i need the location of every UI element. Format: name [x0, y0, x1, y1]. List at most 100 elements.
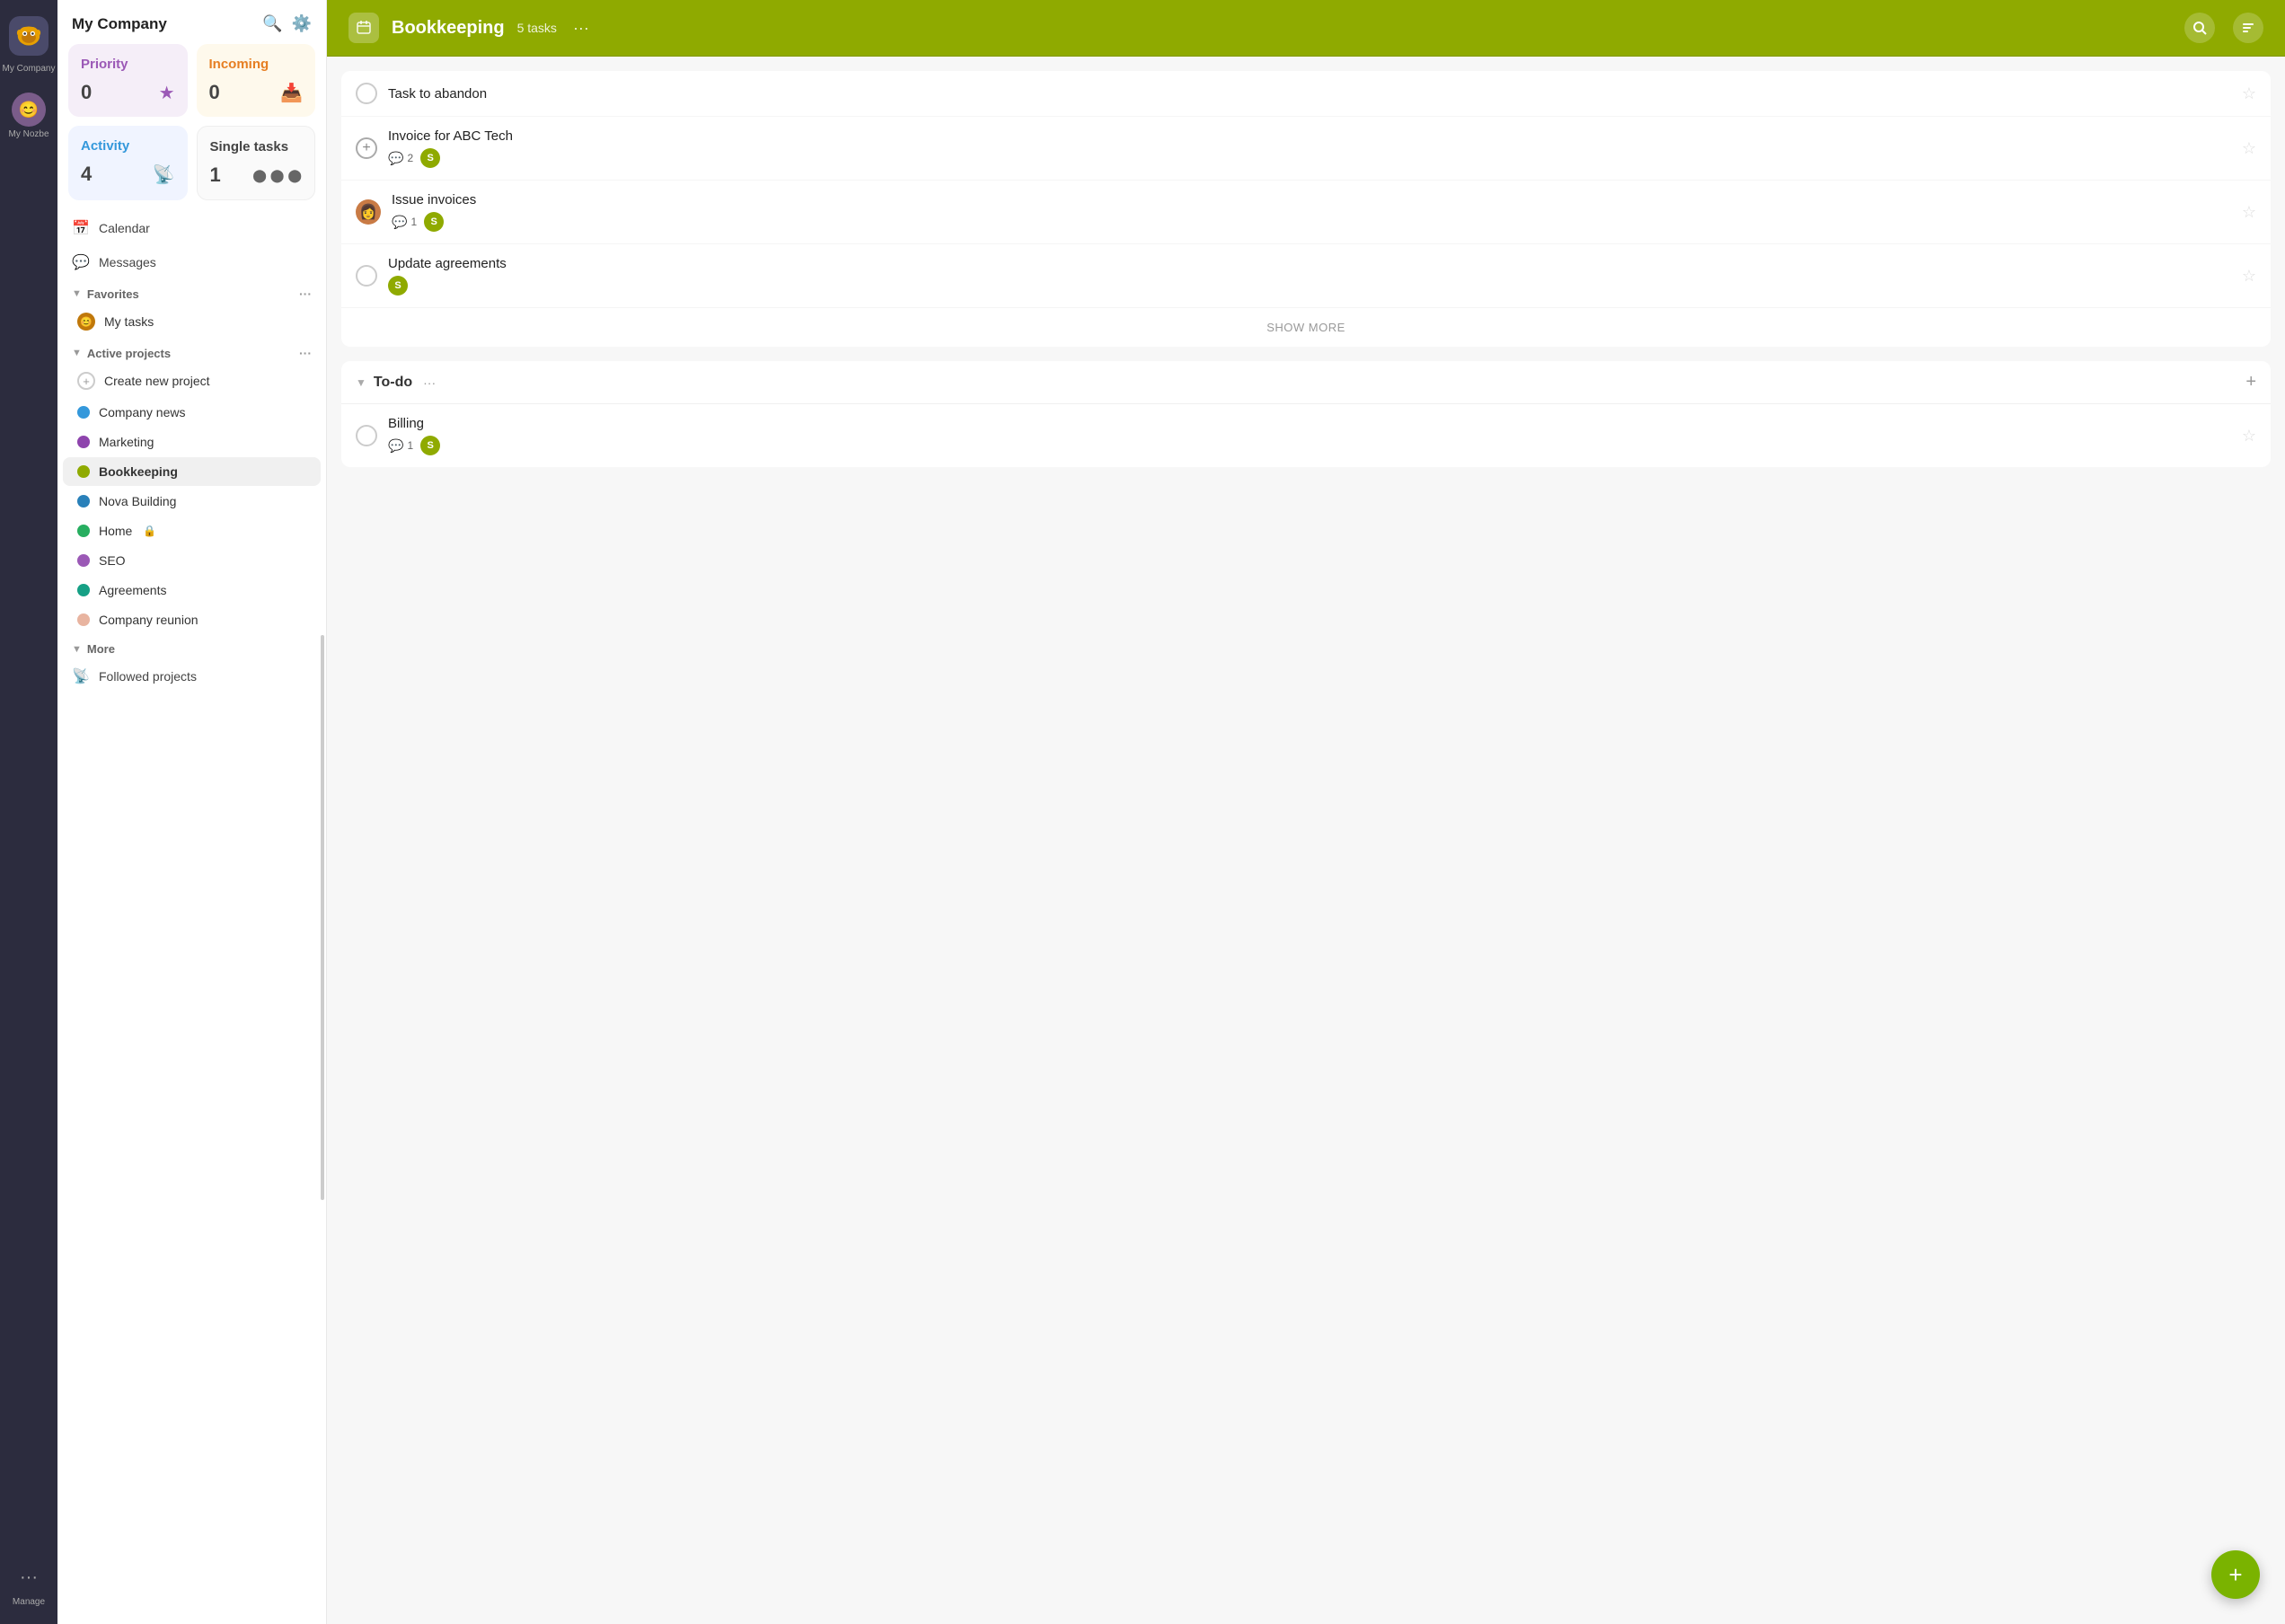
sidebar-item-company-news[interactable]: Company news — [63, 398, 321, 427]
task-row[interactable]: Task to abandon ☆ — [341, 71, 2271, 117]
company-news-dot — [77, 406, 90, 419]
favorites-chevron-icon[interactable]: ▼ — [72, 288, 82, 299]
sidebar-item-followed-projects[interactable]: 📡 Followed projects — [57, 659, 326, 693]
calendar-label: Calendar — [99, 221, 150, 235]
sidebar: My Company 🔍 ⚙️ Priority 0 ★ Incoming 0 … — [57, 0, 327, 1624]
manage-icon[interactable]: ··· — [12, 1560, 46, 1594]
sidebar-header-icons: 🔍 ⚙️ — [262, 14, 312, 33]
task-star-button[interactable]: ☆ — [2242, 139, 2256, 158]
app-company-label: My Company — [3, 64, 56, 75]
more-chevron-icon[interactable]: ▼ — [72, 644, 82, 655]
task-row[interactable]: Billing 💬 1 S ☆ — [341, 404, 2271, 467]
task-checkbox[interactable] — [356, 83, 377, 104]
task-row[interactable]: Update agreements S ☆ — [341, 244, 2271, 308]
todo-more-button[interactable]: ··· — [423, 375, 436, 390]
active-projects-chevron-icon[interactable]: ▼ — [72, 348, 82, 358]
sidebar-item-home[interactable]: Home 🔒 — [63, 516, 321, 545]
task-title: Invoice for ABC Tech — [388, 128, 2231, 144]
task-info: Invoice for ABC Tech 💬 2 S — [388, 128, 2231, 168]
task-s-badge: S — [424, 212, 444, 232]
more-section-header: ▼ More — [57, 635, 326, 659]
incoming-card-count: 0 — [209, 81, 220, 104]
incoming-card-title: Incoming — [209, 57, 304, 72]
nova-building-label: Nova Building — [99, 494, 176, 508]
todo-chevron-icon[interactable]: ▼ — [356, 376, 366, 389]
comment-bubble-icon: 💬 — [388, 151, 403, 166]
task-star-button[interactable]: ☆ — [2242, 203, 2256, 222]
my-nozbe-item[interactable]: 😊 My Nozbe — [0, 87, 57, 146]
todo-add-button[interactable]: + — [2245, 372, 2256, 393]
task-comment-badge: 💬 1 — [392, 215, 417, 230]
sidebar-item-calendar[interactable]: 📅 Calendar — [57, 211, 326, 245]
task-star-button[interactable]: ☆ — [2242, 84, 2256, 103]
sidebar-scrollbar[interactable] — [321, 635, 324, 1200]
seo-dot — [77, 554, 90, 567]
task-meta: 💬 1 S — [392, 212, 2231, 232]
task-row[interactable]: + Invoice for ABC Tech 💬 2 S ☆ — [341, 117, 2271, 181]
settings-icon[interactable]: ⚙️ — [292, 14, 312, 33]
priority-card-count: 0 — [81, 81, 92, 104]
comment-bubble-icon: 💬 — [388, 438, 403, 454]
sidebar-item-bookkeeping[interactable]: Bookkeeping — [63, 457, 321, 486]
task-star-button[interactable]: ☆ — [2242, 267, 2256, 286]
home-label: Home — [99, 524, 132, 538]
todo-section-title: To-do — [374, 375, 412, 391]
favorites-more-button[interactable]: ··· — [299, 287, 312, 301]
sidebar-item-my-tasks[interactable]: 😊 My tasks — [63, 305, 321, 338]
search-icon[interactable]: 🔍 — [262, 14, 282, 33]
incoming-inbox-icon: 📥 — [280, 82, 303, 104]
my-nozbe-label: My Nozbe — [8, 129, 49, 140]
task-s-badge: S — [388, 276, 408, 296]
followed-projects-icon: 📡 — [72, 667, 90, 685]
task-area: Task to abandon ☆ + Invoice for ABC Tech… — [327, 57, 2285, 1624]
show-more-button[interactable]: SHOW MORE — [341, 308, 2271, 347]
main-view-options-button[interactable] — [2233, 13, 2263, 43]
incoming-card[interactable]: Incoming 0 📥 — [197, 44, 316, 117]
task-checkbox[interactable] — [356, 265, 377, 287]
app-logo[interactable] — [9, 16, 49, 56]
my-nozbe-avatar[interactable]: 😊 — [12, 93, 46, 127]
task-s-badge: S — [420, 436, 440, 455]
manage-item[interactable]: ··· Manage — [0, 1555, 57, 1613]
sidebar-item-marketing[interactable]: Marketing — [63, 428, 321, 456]
seo-label: SEO — [99, 553, 126, 568]
task-info: Update agreements S — [388, 256, 2231, 296]
todo-section: ▼ To-do ··· + Billing 💬 1 S — [341, 361, 2271, 467]
marketing-dot — [77, 436, 90, 448]
single-tasks-card[interactable]: Single tasks 1 ⬤ ⬤ ⬤ — [197, 126, 316, 200]
priority-card-title: Priority — [81, 57, 175, 72]
sidebar-item-company-reunion[interactable]: Company reunion — [63, 605, 321, 634]
priority-card[interactable]: Priority 0 ★ — [68, 44, 188, 117]
main-search-button[interactable] — [2184, 13, 2215, 43]
active-projects-more-button[interactable]: ··· — [299, 346, 312, 360]
activity-card[interactable]: Activity 4 📡 — [68, 126, 188, 200]
task-star-button[interactable]: ☆ — [2242, 427, 2256, 446]
sidebar-item-create-new-project[interactable]: + Create new project — [63, 365, 321, 397]
sidebar-item-agreements[interactable]: Agreements — [63, 576, 321, 605]
fab-add-button[interactable]: + — [2211, 1550, 2260, 1599]
task-row[interactable]: 👩 Issue invoices 💬 1 S ☆ — [341, 181, 2271, 244]
company-reunion-dot — [77, 613, 90, 626]
messages-icon: 💬 — [72, 253, 90, 271]
task-assignee-avatar: 👩 — [356, 199, 381, 225]
project-title: Bookkeeping — [392, 18, 505, 39]
app-logo-item[interactable]: My Company — [0, 11, 57, 80]
task-checkbox-add[interactable]: + — [356, 137, 377, 159]
sidebar-nav: 📅 Calendar 💬 Messages ▼ Favorites ··· 😊 … — [57, 211, 326, 1624]
icon-rail: My Company 😊 My Nozbe ··· Manage — [0, 0, 57, 1624]
sidebar-item-messages[interactable]: 💬 Messages — [57, 245, 326, 279]
task-title: Billing — [388, 416, 2231, 431]
home-lock-icon: 🔒 — [143, 525, 156, 537]
project-more-button[interactable]: ··· — [573, 19, 589, 38]
my-tasks-label: My tasks — [104, 314, 154, 329]
task-comment-badge: 💬 2 — [388, 151, 413, 166]
messages-label: Messages — [99, 255, 156, 269]
sidebar-item-nova-building[interactable]: Nova Building — [63, 487, 321, 516]
marketing-label: Marketing — [99, 435, 154, 449]
sidebar-item-seo[interactable]: SEO — [63, 546, 321, 575]
calendar-icon: 📅 — [72, 219, 90, 237]
single-tasks-title: Single tasks — [210, 139, 303, 154]
task-title: Task to abandon — [388, 86, 2231, 102]
task-checkbox[interactable] — [356, 425, 377, 446]
create-project-plus-icon: + — [77, 372, 95, 390]
